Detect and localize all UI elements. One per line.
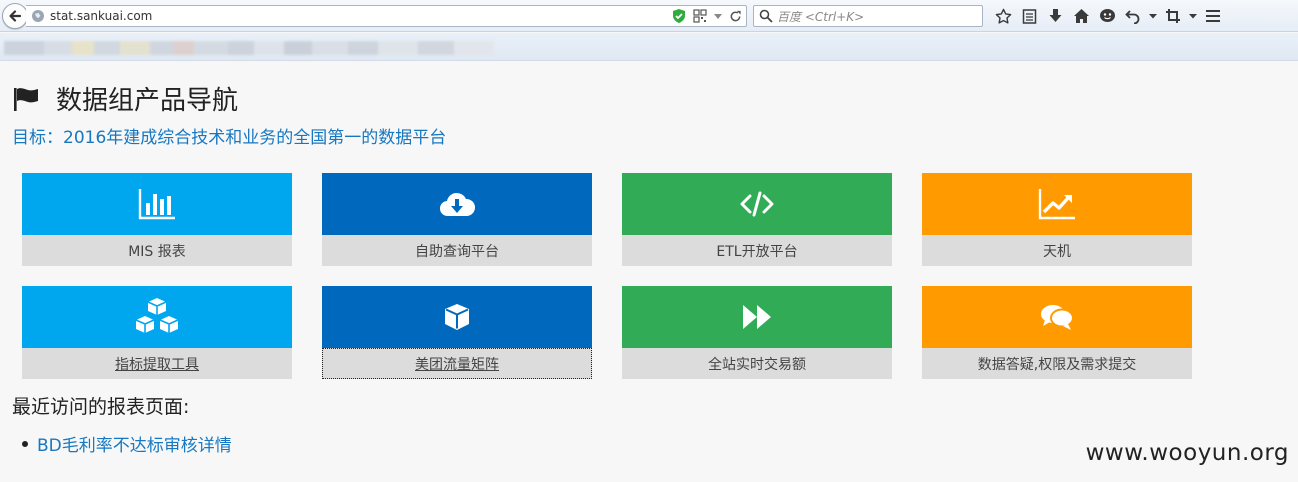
downloads-button[interactable] <box>1042 6 1068 26</box>
reload-icon[interactable] <box>729 10 742 23</box>
qr-code-icon[interactable] <box>693 9 707 23</box>
tile-label[interactable]: 自助查询平台 <box>322 235 592 266</box>
home-button[interactable] <box>1068 6 1094 26</box>
chevron-down-icon <box>1189 14 1197 19</box>
screenshot-button[interactable] <box>1160 6 1186 26</box>
hamburger-menu-icon <box>1206 10 1220 22</box>
tile-label[interactable]: 全站实时交易额 <box>622 348 892 379</box>
bookmark-star-button[interactable] <box>990 6 1016 26</box>
tile-icon-area[interactable] <box>322 286 592 348</box>
crop-icon <box>1166 9 1180 23</box>
undo-dropdown-button[interactable] <box>1146 6 1160 26</box>
download-arrow-icon <box>1049 9 1061 22</box>
bullet <box>22 440 28 447</box>
page-title: 数据组产品导航 <box>12 80 238 117</box>
recent-report-link[interactable]: BD毛利率不达标审核详情 <box>37 431 232 456</box>
arrow-left-icon <box>9 10 22 22</box>
tile-metric-extraction-tool[interactable]: 指标提取工具 <box>22 286 292 379</box>
tile-meituan-traffic-matrix[interactable]: 美团流量矩阵 <box>322 286 592 379</box>
goal-text: 目标：2016年建成综合技术和业务的全国第一的数据平台 <box>12 128 447 148</box>
tile-icon-area[interactable] <box>622 173 892 235</box>
bar-chart-icon <box>138 189 175 220</box>
cloud-download-icon <box>440 192 475 217</box>
star-icon <box>995 8 1011 24</box>
search-bar[interactable]: 百度 <Ctrl+K> <box>753 5 983 27</box>
chevron-down-icon <box>1149 14 1157 19</box>
smiley-chat-icon <box>1099 9 1115 22</box>
cubes-icon <box>135 298 179 333</box>
tile-self-query-platform[interactable]: 自助查询平台 <box>322 173 592 266</box>
tile-label[interactable]: 指标提取工具 <box>22 348 292 379</box>
page-title-text: 数据组产品导航 <box>56 86 239 116</box>
clipboard-icon <box>1022 9 1036 24</box>
bookmarks-bar <box>0 33 1298 61</box>
tile-label[interactable]: 天机 <box>922 235 1192 266</box>
blurred-bookmarks <box>4 41 504 55</box>
screenshot-dropdown-button[interactable] <box>1186 6 1200 26</box>
list-item: BD毛利率不达标审核详情 <box>22 431 232 456</box>
comments-icon <box>1041 305 1074 330</box>
tile-realtime-transaction-volume[interactable]: 全站实时交易额 <box>622 286 892 379</box>
recent-reports-heading: 最近访问的报表页面: <box>12 396 190 418</box>
flag-icon <box>14 87 38 111</box>
tile-icon-area[interactable] <box>22 286 292 348</box>
search-placeholder: 百度 <Ctrl+K> <box>777 9 865 24</box>
tile-label[interactable]: 数据答疑,权限及需求提交 <box>922 348 1192 379</box>
tile-mis-report[interactable]: MIS 报表 <box>22 173 292 266</box>
url-text: stat.sankuai.com <box>50 9 153 23</box>
tile-label[interactable]: 美团流量矩阵 <box>322 348 592 379</box>
undo-button[interactable] <box>1120 6 1146 26</box>
fast-forward-icon <box>743 305 771 329</box>
code-icon <box>740 191 774 217</box>
tile-data-qa-permissions[interactable]: 数据答疑,权限及需求提交 <box>922 286 1192 379</box>
back-button[interactable] <box>2 3 28 29</box>
tile-tianji[interactable]: 天机 <box>922 173 1192 266</box>
globe-icon <box>32 10 44 22</box>
tile-icon-area[interactable] <box>22 173 292 235</box>
tile-icon-area[interactable] <box>622 286 892 348</box>
tile-icon-area[interactable] <box>322 173 592 235</box>
address-bar[interactable]: stat.sankuai.com <box>26 5 747 27</box>
undo-icon <box>1125 10 1140 24</box>
shield-check-icon[interactable] <box>671 8 687 24</box>
menu-button[interactable] <box>1200 6 1226 26</box>
search-icon <box>759 9 773 23</box>
tile-label[interactable]: ETL开放平台 <box>622 235 892 266</box>
tile-etl-platform[interactable]: ETL开放平台 <box>622 173 892 266</box>
recent-reports-list: BD毛利率不达标审核详情 <box>22 431 232 456</box>
line-chart-icon <box>1038 189 1075 220</box>
tile-icon-area[interactable] <box>922 286 1192 348</box>
browser-toolbar: stat.sankuai.com 百度 <Ctrl+K> <box>0 0 1298 32</box>
tile-icon-area[interactable] <box>922 173 1192 235</box>
chat-button[interactable] <box>1094 6 1120 26</box>
tile-label[interactable]: MIS 报表 <box>22 235 292 266</box>
dropdown-arrow-icon[interactable] <box>713 11 723 21</box>
cube-icon <box>445 304 469 330</box>
watermark: www.wooyun.org <box>1085 440 1289 466</box>
home-icon <box>1073 9 1089 23</box>
bookmarks-menu-button[interactable] <box>1016 6 1042 26</box>
